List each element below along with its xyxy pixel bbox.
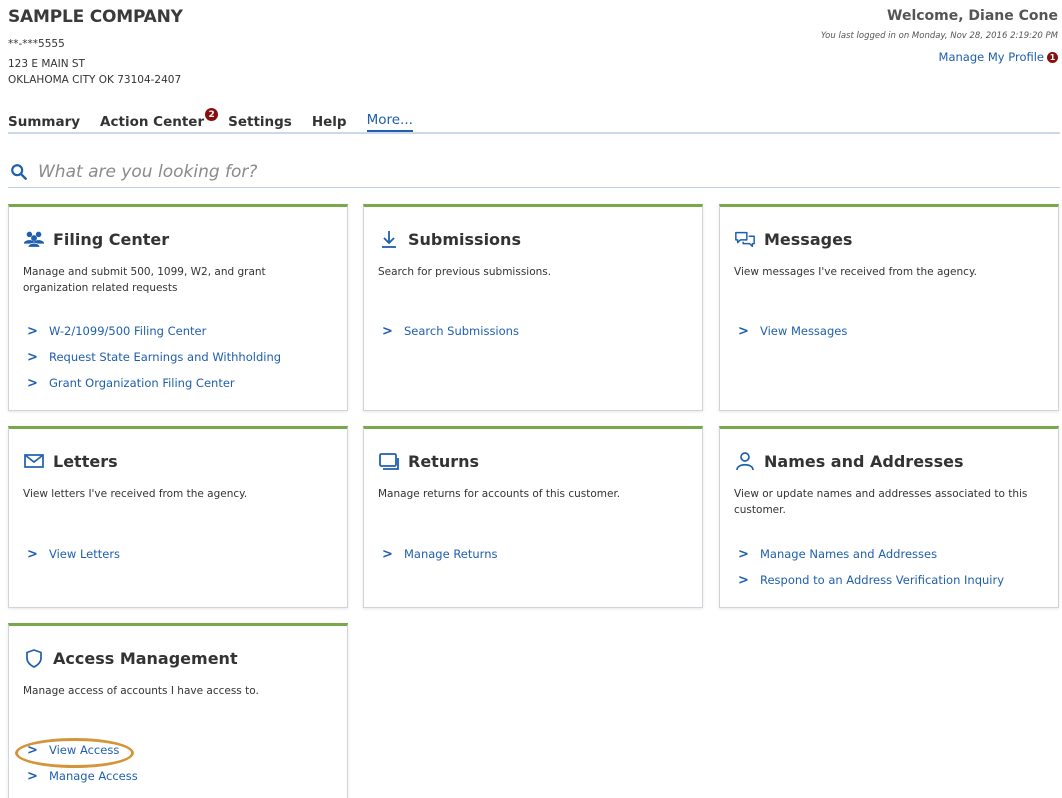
link-label: W-2/1099/500 Filing Center	[49, 324, 207, 338]
filing-center-title-text: Filing Center	[53, 229, 170, 249]
filing-center-description: Manage and submit 500, 1099, W2, and gra…	[23, 266, 266, 294]
card-returns: Returns Manage returns for accounts of t…	[363, 426, 703, 608]
address-line-2: OKLAHOMA CITY OK 73104-2407	[8, 74, 182, 86]
letters-description: View letters I've received from the agen…	[23, 488, 248, 500]
link-label: Respond to an Address Verification Inqui…	[760, 573, 1005, 587]
shield-icon	[26, 649, 42, 668]
link-view-access[interactable]: > View Access	[27, 737, 138, 763]
link-label: Search Submissions	[404, 324, 519, 338]
messages-description: View messages I've received from the age…	[734, 266, 978, 278]
card-names-addresses: Names and Addresses View or update names…	[719, 426, 1059, 608]
customer-id: **-***5555	[8, 38, 65, 50]
manage-profile-label: Manage My Profile	[938, 50, 1044, 64]
last-login-text: You last logged in on Monday, Nov 28, 20…	[820, 31, 1058, 41]
chevron-right-icon: >	[27, 375, 38, 391]
stacked-returns-icon	[379, 453, 399, 470]
link-label: Grant Organization Filing Center	[49, 376, 235, 390]
card-messages: Messages View messages I've received fro…	[719, 204, 1059, 411]
main-nav: Summary Action Center 2 Settings Help Mo…	[8, 108, 433, 132]
names-addresses-description: View or update names and addresses assoc…	[734, 488, 1028, 516]
action-center-badge: 2	[205, 108, 219, 121]
submissions-title-text: Submissions	[408, 229, 521, 249]
link-view-messages[interactable]: > View Messages	[738, 318, 847, 344]
people-group-icon	[23, 231, 45, 248]
card-letters: Letters View letters I've received from …	[8, 426, 348, 608]
link-view-letters[interactable]: > View Letters	[27, 541, 120, 567]
manage-profile-link[interactable]: Manage My Profile 1	[939, 50, 1058, 64]
submissions-title: Submissions	[378, 229, 521, 249]
messages-title-text: Messages	[764, 229, 853, 249]
names-addresses-title: Names and Addresses	[734, 451, 963, 471]
envelope-icon	[24, 454, 44, 468]
tab-more[interactable]: More...	[366, 112, 413, 132]
access-management-links: > View Access > Manage Access	[27, 737, 138, 789]
link-label: View Messages	[760, 324, 848, 338]
chevron-right-icon: >	[27, 323, 38, 339]
download-arrow-icon	[382, 231, 396, 248]
chevron-right-icon: >	[738, 572, 749, 588]
submissions-description: Search for previous submissions.	[378, 266, 552, 278]
chevron-right-icon: >	[738, 546, 749, 562]
search-icon[interactable]	[10, 163, 28, 181]
link-label: View Letters	[49, 547, 121, 561]
link-address-verification[interactable]: > Respond to an Address Verification Inqu…	[738, 567, 1004, 593]
link-grant-org-filing-center[interactable]: > Grant Organization Filing Center	[27, 370, 281, 396]
welcome-message: Welcome, Diane Cone	[887, 8, 1058, 24]
chevron-right-icon: >	[27, 349, 38, 365]
names-addresses-title-text: Names and Addresses	[764, 451, 964, 471]
returns-links: > Manage Returns	[382, 541, 498, 567]
returns-title-text: Returns	[408, 451, 480, 471]
link-request-state-earnings[interactable]: > Request State Earnings and Withholding	[27, 344, 281, 370]
tab-summary[interactable]: Summary	[8, 114, 80, 132]
access-management-title: Access Management	[23, 648, 238, 668]
link-label: Manage Names and Addresses	[760, 547, 938, 561]
link-manage-names-addresses[interactable]: > Manage Names and Addresses	[738, 541, 1004, 567]
chevron-right-icon: >	[382, 323, 393, 339]
tab-action-center[interactable]: Action Center 2	[100, 108, 219, 132]
messages-title: Messages	[734, 229, 852, 249]
link-manage-returns[interactable]: > Manage Returns	[382, 541, 498, 567]
chat-bubbles-icon	[735, 231, 755, 248]
access-management-description: Manage access of accounts I have access …	[23, 685, 259, 697]
returns-description: Manage returns for accounts of this cust…	[378, 488, 621, 500]
link-label: Request State Earnings and Withholding	[49, 350, 282, 364]
filing-center-title: Filing Center	[23, 229, 169, 249]
letters-title: Letters	[23, 451, 118, 471]
letters-links: > View Letters	[27, 541, 120, 567]
search-bar	[8, 156, 1060, 188]
submissions-links: > Search Submissions	[382, 318, 519, 344]
address-line-1: 123 E MAIN ST	[8, 58, 85, 70]
card-access-management: Access Management Manage access of accou…	[8, 623, 348, 798]
link-label: Manage Access	[49, 769, 138, 783]
chevron-right-icon: >	[27, 742, 38, 758]
chevron-right-icon: >	[27, 546, 38, 562]
link-label: Manage Returns	[404, 547, 498, 561]
tab-action-center-label: Action Center	[100, 114, 205, 130]
returns-title: Returns	[378, 451, 479, 471]
link-search-submissions[interactable]: > Search Submissions	[382, 318, 519, 344]
chevron-right-icon: >	[27, 768, 38, 784]
chevron-right-icon: >	[382, 546, 393, 562]
person-icon	[736, 452, 754, 471]
card-submissions: Submissions Search for previous submissi…	[363, 204, 703, 411]
chevron-right-icon: >	[738, 323, 749, 339]
nav-divider	[8, 132, 1060, 134]
link-label: View Access	[49, 743, 120, 757]
access-management-title-text: Access Management	[53, 648, 238, 668]
card-filing-center: Filing Center Manage and submit 500, 109…	[8, 204, 348, 411]
tab-settings[interactable]: Settings	[228, 114, 292, 132]
search-input[interactable]	[38, 161, 638, 182]
link-w2-filing-center[interactable]: > W-2/1099/500 Filing Center	[27, 318, 281, 344]
messages-links: > View Messages	[738, 318, 847, 344]
company-name: SAMPLE COMPANY	[8, 7, 183, 27]
profile-notification-badge: 1	[1047, 51, 1058, 63]
letters-title-text: Letters	[53, 451, 118, 471]
tab-help[interactable]: Help	[312, 114, 347, 132]
names-addresses-links: > Manage Names and Addresses > Respond to …	[738, 541, 1004, 593]
filing-center-links: > W-2/1099/500 Filing Center > Request Sta…	[27, 318, 281, 396]
link-manage-access[interactable]: > Manage Access	[27, 763, 138, 789]
